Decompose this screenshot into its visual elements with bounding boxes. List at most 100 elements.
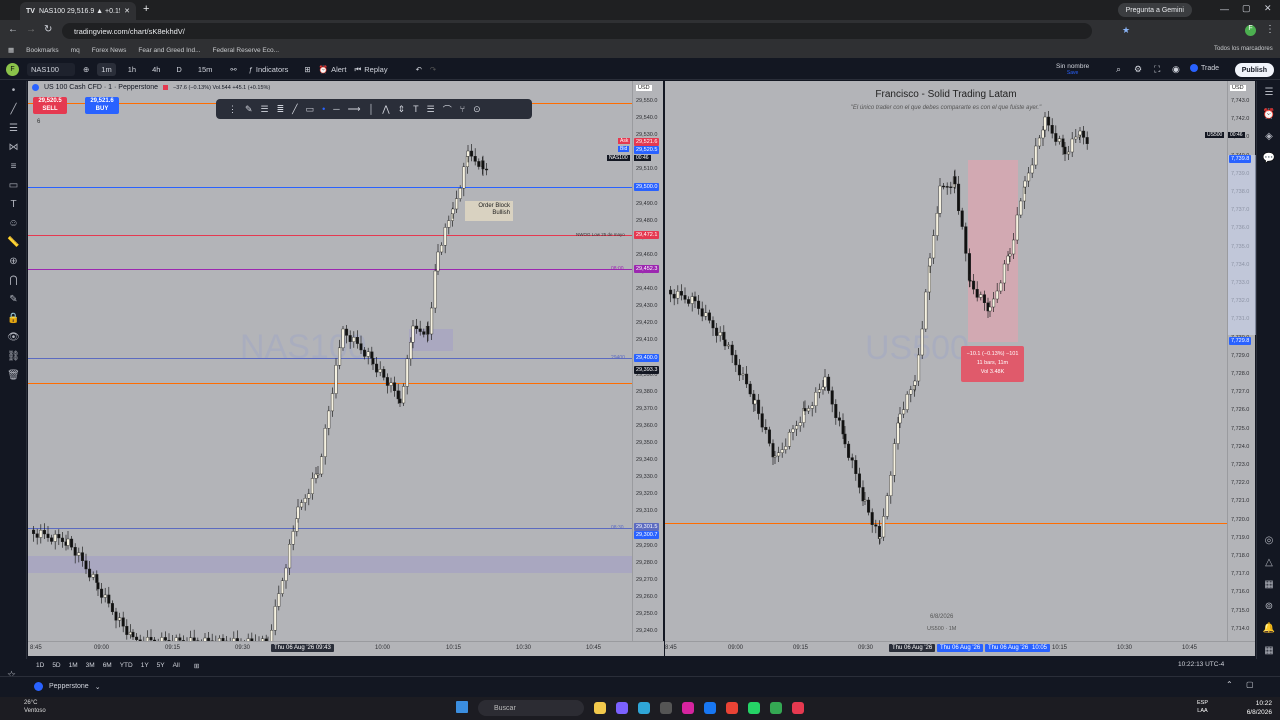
emoji-icon[interactable]: ☺ bbox=[0, 214, 27, 233]
facebook-icon[interactable] bbox=[704, 702, 716, 714]
edge-icon[interactable] bbox=[638, 702, 650, 714]
camera-icon[interactable]: ◉ bbox=[1172, 64, 1180, 75]
replay-button[interactable]: ⏮ Replay bbox=[354, 65, 387, 75]
right-time-axis[interactable]: 8:45 09:00 09:15 09:30 Thu 06 Aug '26 Th… bbox=[665, 641, 1255, 656]
gemini-button[interactable]: Pregunta a Gemini bbox=[1117, 3, 1192, 17]
indicators-button[interactable]: ƒ Indicators bbox=[249, 65, 289, 74]
alerts-icon[interactable]: ⏰ bbox=[1257, 103, 1280, 125]
drag-handle-icon[interactable]: ⋮ bbox=[228, 104, 237, 115]
trendline-tool-icon[interactable]: ╱ bbox=[292, 104, 297, 115]
object-tree-icon[interactable]: ◈ bbox=[1257, 125, 1280, 147]
fork-icon[interactable]: ⑂ bbox=[460, 104, 465, 114]
browser-tab[interactable]: TV NAS100 29,516.9 ▲ +0.15% Sin ✕ bbox=[20, 2, 136, 20]
right-chart-pane[interactable]: US500 Francisco - Solid Trading Latam "E… bbox=[665, 81, 1227, 641]
buy-button[interactable]: 29,521.6 BUY bbox=[85, 97, 119, 114]
range-6m[interactable]: 6M bbox=[103, 662, 112, 669]
watchlist-icon[interactable]: ☰ bbox=[1257, 81, 1280, 103]
magnet-icon[interactable]: ⋂ bbox=[0, 271, 27, 290]
brush-icon[interactable]: ✎ bbox=[245, 104, 253, 115]
instagram-icon[interactable] bbox=[682, 702, 694, 714]
close-window-icon[interactable]: ✕ bbox=[1264, 3, 1272, 14]
weather-widget[interactable]: 26°C Ventoso bbox=[24, 699, 46, 715]
broker-chevron-icon[interactable]: ⌄ bbox=[95, 683, 101, 691]
candle-type-icon[interactable]: ⚯ bbox=[230, 65, 236, 74]
chrome-icon[interactable] bbox=[726, 702, 738, 714]
text-tool-icon[interactable]: T bbox=[413, 104, 419, 114]
user-avatar[interactable]: F bbox=[6, 63, 19, 76]
search-icon[interactable]: ⌕ bbox=[1116, 64, 1121, 75]
right-price-axis[interactable]: USD 7,743.07,742.07,741.07,740.07,739.07… bbox=[1227, 81, 1256, 641]
bookmark-item[interactable]: Federal Reserve Eco... bbox=[213, 47, 279, 54]
templates-icon[interactable]: ⊞ bbox=[304, 65, 310, 74]
legend-title[interactable]: US 100 Cash CFD · 1 · Pepperstone bbox=[44, 84, 158, 91]
projection-icon[interactable]: ≡ bbox=[0, 157, 27, 176]
range-5d[interactable]: 5D bbox=[52, 662, 60, 669]
redo-icon[interactable]: ↷ bbox=[430, 65, 436, 74]
list-icon[interactable]: ☰ bbox=[427, 104, 435, 115]
more-icon[interactable]: ⊙ bbox=[473, 104, 481, 115]
interval-15m[interactable]: 15m bbox=[194, 63, 217, 76]
forward-icon[interactable]: → bbox=[26, 24, 36, 35]
currency-label[interactable]: USD bbox=[1230, 85, 1246, 91]
bookmark-item[interactable]: Fear and Greed Ind... bbox=[138, 47, 200, 54]
add-symbol-icon[interactable]: ⊕ bbox=[83, 65, 89, 74]
left-time-axis[interactable]: 8:45 09:00 09:15 09:30 Thu 06 Aug '26 09… bbox=[28, 641, 664, 656]
left-price-axis[interactable]: USD 29,550.029,540.029,530.029,520.029,5… bbox=[632, 81, 663, 641]
app-icon[interactable] bbox=[792, 702, 804, 714]
notifications-icon[interactable]: 🔔 bbox=[1257, 617, 1280, 639]
pattern-icon[interactable]: ⋈ bbox=[0, 138, 27, 157]
interval-4h[interactable]: 4h bbox=[148, 63, 164, 76]
range-1y[interactable]: 1Y bbox=[141, 662, 149, 669]
broker-name[interactable]: Pepperstone bbox=[49, 683, 89, 690]
chrome-active-icon[interactable] bbox=[770, 702, 782, 714]
calendar-icon[interactable]: ▦ bbox=[1257, 573, 1280, 595]
ruler-icon[interactable]: 📏 bbox=[0, 233, 27, 252]
apps-icon[interactable]: ▦ bbox=[8, 46, 14, 54]
hline-icon[interactable]: ─ bbox=[333, 104, 339, 114]
back-icon[interactable]: ← bbox=[8, 24, 18, 35]
range-all[interactable]: All bbox=[173, 662, 180, 669]
ray-icon[interactable]: ⟶ bbox=[348, 104, 361, 115]
range-1d[interactable]: 1D bbox=[36, 662, 44, 669]
currency-label[interactable]: USD bbox=[636, 85, 652, 91]
publish-button[interactable]: Publish bbox=[1234, 63, 1274, 77]
fullscreen-icon[interactable]: ⛶ bbox=[1154, 64, 1160, 75]
alert-button[interactable]: ⏰ Alert bbox=[319, 65, 347, 74]
sell-button[interactable]: 29,520.5 SELL bbox=[33, 97, 67, 114]
ideas-icon[interactable]: ◎ bbox=[1257, 529, 1280, 551]
whatsapp-icon[interactable] bbox=[748, 702, 760, 714]
url-field[interactable]: tradingview.com/chart/sK8ekhdV/ bbox=[62, 23, 1092, 39]
vline-icon[interactable]: │ bbox=[369, 104, 375, 114]
curve-icon[interactable]: ⌒ bbox=[443, 103, 452, 116]
rect-tool-icon[interactable]: ▭ bbox=[306, 104, 315, 115]
bookmark-star-icon[interactable]: ★ bbox=[1122, 25, 1130, 36]
streams-icon[interactable]: △ bbox=[1257, 551, 1280, 573]
app-icon[interactable] bbox=[660, 702, 672, 714]
reload-icon[interactable]: ↻ bbox=[44, 24, 52, 35]
chat-icon[interactable]: 💬 bbox=[1257, 147, 1280, 169]
link-icon[interactable]: ⛓ bbox=[0, 347, 27, 366]
text-icon[interactable]: T bbox=[0, 195, 27, 214]
taskbar-clock[interactable]: 10:22 6/8/2026 bbox=[1247, 699, 1272, 717]
lines-icon[interactable]: ☰ bbox=[261, 104, 269, 115]
fib-tool-icon[interactable]: ≣ bbox=[277, 104, 285, 115]
bookmark-item[interactable]: Forex News bbox=[92, 47, 127, 54]
windows-start-icon[interactable] bbox=[456, 701, 468, 713]
app-icon[interactable] bbox=[616, 702, 628, 714]
maximize-panel-icon[interactable]: ▢ bbox=[1246, 680, 1254, 689]
range-3m[interactable]: 3M bbox=[86, 662, 95, 669]
dot-icon[interactable]: • bbox=[322, 104, 325, 114]
browser-menu-icon[interactable]: ⋮ bbox=[1265, 24, 1275, 35]
undo-icon[interactable]: ↶ bbox=[416, 65, 422, 74]
long-position-icon[interactable]: ⇕ bbox=[398, 104, 406, 115]
layout-name[interactable]: Sin nombre Save bbox=[1056, 63, 1089, 77]
range-ytd[interactable]: YTD bbox=[120, 662, 133, 669]
fib-icon[interactable]: ☰ bbox=[0, 119, 27, 138]
zoom-icon[interactable]: ⊕ bbox=[0, 252, 27, 271]
close-tab-icon[interactable]: ✕ bbox=[124, 7, 130, 15]
goto-date-icon[interactable]: ⊞ bbox=[194, 662, 199, 670]
trade-button[interactable]: Trade bbox=[1190, 64, 1219, 72]
trend-line-icon[interactable]: ╱ bbox=[0, 100, 27, 119]
left-chart-pane[interactable]: NAS100 Order Block Bullish NWOG Low 25 d… bbox=[28, 81, 632, 641]
lock-icon[interactable]: 🔒 bbox=[0, 309, 27, 328]
